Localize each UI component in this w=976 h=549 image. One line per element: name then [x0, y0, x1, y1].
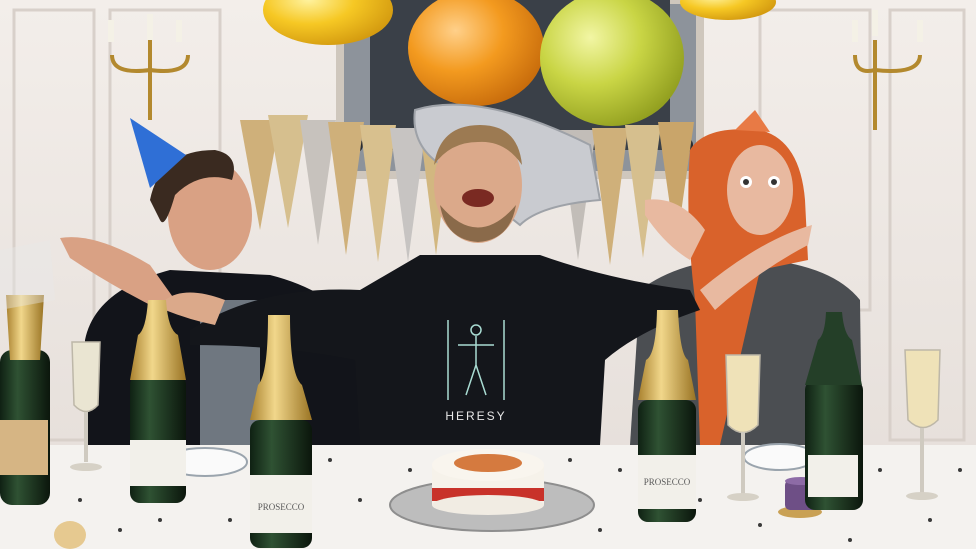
bottle-label-right: PROSECCO — [644, 477, 691, 487]
cork — [54, 521, 86, 549]
party-photo: HERESY PROSECCO PROSECCO — [0, 0, 976, 549]
bottle-label-left: PROSECCO — [258, 502, 305, 512]
bottle-far-left — [0, 240, 55, 505]
shirt-text: HERESY — [445, 409, 506, 423]
photo-scene: HERESY PROSECCO PROSECCO — [0, 0, 976, 549]
